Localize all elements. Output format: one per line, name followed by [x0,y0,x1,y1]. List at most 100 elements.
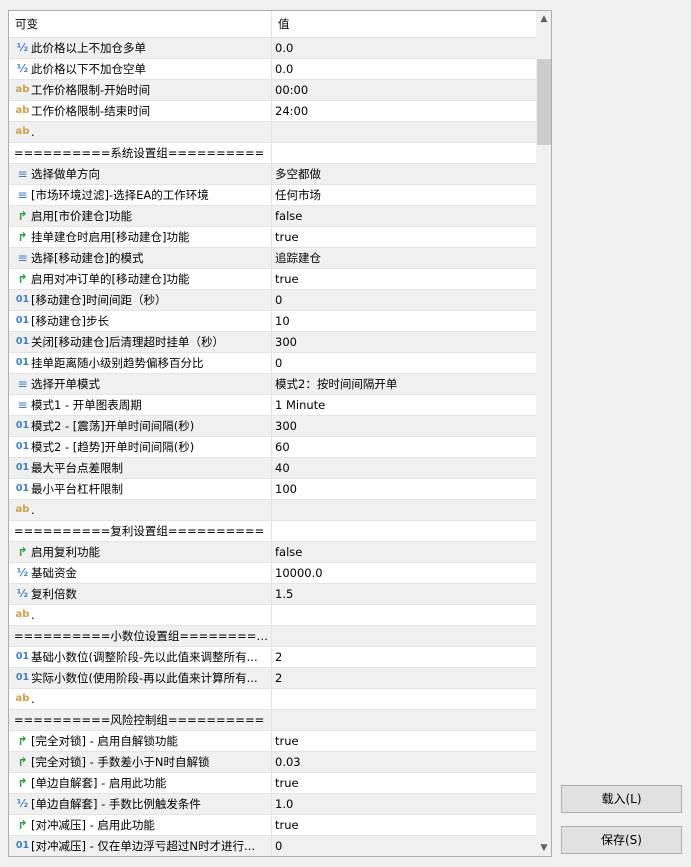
parameter-name-cell[interactable]: ==========系统设置组========== [9,143,272,163]
table-row[interactable]: 01 最大平台点差限制 40 [9,458,536,479]
parameter-value-cell[interactable]: 300 [272,332,536,352]
parameter-name-cell[interactable]: ab. [9,122,272,142]
parameter-name-cell[interactable]: ↱ [完全对锁] - 手数差小于N时自解锁 [9,752,272,772]
parameter-name-cell[interactable]: ≡ 选择[移动建仓]的模式 [9,248,272,268]
table-row[interactable]: 01 实际小数位(使用阶段-再以此值来计算所有... 2 [9,668,536,689]
parameter-name-cell[interactable]: ↱ 挂单建仓时启用[移动建仓]功能 [9,227,272,247]
table-row[interactable]: 01 模式2 - [趋势]开单时间间隔(秒) 60 [9,437,536,458]
parameter-value-cell[interactable]: 多空都做 [272,164,536,184]
column-header-value[interactable]: 值 [272,11,536,37]
table-row[interactable]: ==========风险控制组========== [9,710,536,731]
parameter-name-cell[interactable]: ↱ 启用[市价建仓]功能 [9,206,272,226]
parameter-value-cell[interactable] [272,521,536,541]
parameter-name-cell[interactable]: ↱ [完全对锁] - 启用自解锁功能 [9,731,272,751]
parameter-value-cell[interactable]: true [272,731,536,751]
table-row[interactable]: ab 工作价格限制-开始时间 00:00 [9,80,536,101]
table-row[interactable]: ab. [9,605,536,626]
parameter-name-cell[interactable]: ab. [9,689,272,709]
parameter-value-cell[interactable]: 100 [272,479,536,499]
table-row[interactable]: ↱ 挂单建仓时启用[移动建仓]功能 true [9,227,536,248]
parameter-name-cell[interactable]: ab. [9,500,272,520]
parameter-value-cell[interactable] [272,143,536,163]
parameter-value-cell[interactable]: 模式2：按时间间隔开单 [272,374,536,394]
parameter-value-cell[interactable] [272,626,536,646]
table-row[interactable]: ½ 此价格以下不加仓空单 0.0 [9,59,536,80]
parameter-value-cell[interactable]: true [272,815,536,835]
load-button[interactable]: 载入(L) [561,785,682,813]
save-button[interactable]: 保存(S) [561,826,682,854]
parameter-value-cell[interactable]: 任何市场 [272,185,536,205]
parameter-name-cell[interactable]: 01 基础小数位(调整阶段-先以此值来调整所有... [9,647,272,667]
parameter-value-cell[interactable] [272,500,536,520]
parameter-name-cell[interactable]: ab 工作价格限制-开始时间 [9,80,272,100]
parameter-name-cell[interactable]: 01 最小平台杠杆限制 [9,479,272,499]
table-row[interactable]: ↱ [完全对锁] - 手数差小于N时自解锁 0.03 [9,752,536,773]
parameter-name-cell[interactable]: ½ [单边自解套] - 手数比例触发条件 [9,794,272,814]
table-row[interactable]: ≡ 模式1 - 开单图表周期 1 Minute [9,395,536,416]
table-row[interactable]: ab 工作价格限制-结束时间 24:00 [9,101,536,122]
parameter-name-cell[interactable]: 01 关闭[移动建仓]后清理超时挂单（秒） [9,332,272,352]
parameter-value-cell[interactable]: 24:00 [272,101,536,121]
parameter-name-cell[interactable]: ==========风险控制组========== [9,710,272,730]
parameter-value-cell[interactable]: 1.5 [272,584,536,604]
table-row[interactable]: ↱ 启用复利功能 false [9,542,536,563]
parameter-name-cell[interactable]: ½ 此价格以下不加仓空单 [9,59,272,79]
parameter-name-cell[interactable]: ab 工作价格限制-结束时间 [9,101,272,121]
scroll-thumb[interactable] [537,59,551,145]
parameter-value-cell[interactable]: 1.0 [272,794,536,814]
parameter-name-cell[interactable]: 01 [对冲减压] - 仅在单边浮亏超过N时才进行... [9,836,272,856]
table-row[interactable]: 01 [移动建仓]时间间距（秒） 0 [9,290,536,311]
parameter-value-cell[interactable]: 追踪建仓 [272,248,536,268]
parameter-name-cell[interactable]: ½ 基础资金 [9,563,272,583]
table-row[interactable]: 01 模式2 - [震荡]开单时间间隔(秒) 300 [9,416,536,437]
table-row[interactable]: ≡ 选择开单模式 模式2：按时间间隔开单 [9,374,536,395]
parameter-value-cell[interactable] [272,689,536,709]
parameter-value-cell[interactable]: 00:00 [272,80,536,100]
parameter-name-cell[interactable]: ↱ 启用对冲订单的[移动建仓]功能 [9,269,272,289]
table-row[interactable]: ab. [9,689,536,710]
table-row[interactable]: ab. [9,500,536,521]
table-row[interactable]: ½ 复利倍数 1.5 [9,584,536,605]
parameter-name-cell[interactable]: 01 模式2 - [震荡]开单时间间隔(秒) [9,416,272,436]
table-row[interactable]: ↱ 启用对冲订单的[移动建仓]功能 true [9,269,536,290]
table-row[interactable]: 01 关闭[移动建仓]后清理超时挂单（秒） 300 [9,332,536,353]
parameter-name-cell[interactable]: ½ 此价格以上不加仓多单 [9,38,272,58]
table-row[interactable]: ==========系统设置组========== [9,143,536,164]
parameter-value-cell[interactable]: 0.0 [272,38,536,58]
table-row[interactable]: ½ 此价格以上不加仓多单 0.0 [9,38,536,59]
table-row[interactable]: ↱ [单边自解套] - 启用此功能 true [9,773,536,794]
parameter-value-cell[interactable]: 10 [272,311,536,331]
parameter-value-cell[interactable]: 2 [272,647,536,667]
parameter-name-cell[interactable]: 01 [移动建仓]时间间距（秒） [9,290,272,310]
table-row[interactable]: ==========复利设置组========== [9,521,536,542]
parameter-name-cell[interactable]: 01 挂单距离随小级别趋势偏移百分比 [9,353,272,373]
parameter-name-cell[interactable]: 01 最大平台点差限制 [9,458,272,478]
parameter-name-cell[interactable]: 01 实际小数位(使用阶段-再以此值来计算所有... [9,668,272,688]
table-row[interactable]: ≡ [市场环境过滤]-选择EA的工作环境 任何市场 [9,185,536,206]
parameter-name-cell[interactable]: 01 模式2 - [趋势]开单时间间隔(秒) [9,437,272,457]
parameter-value-cell[interactable]: 2 [272,668,536,688]
table-row[interactable]: ==========小数位设置组========== [9,626,536,647]
vertical-scrollbar[interactable]: ▲ ▼ [536,11,551,856]
table-row[interactable]: ½ [单边自解套] - 手数比例触发条件 1.0 [9,794,536,815]
parameter-value-cell[interactable]: 40 [272,458,536,478]
parameter-value-cell[interactable]: 0.0 [272,59,536,79]
table-row[interactable]: ≡ 选择做单方向 多空都做 [9,164,536,185]
parameter-value-cell[interactable]: 0.03 [272,752,536,772]
parameter-value-cell[interactable]: false [272,542,536,562]
table-row[interactable]: ↱ [对冲减压] - 启用此功能 true [9,815,536,836]
table-row[interactable]: 01 挂单距离随小级别趋势偏移百分比 0 [9,353,536,374]
table-row[interactable]: ↱ 启用[市价建仓]功能 false [9,206,536,227]
parameter-name-cell[interactable]: ==========复利设置组========== [9,521,272,541]
parameter-value-cell[interactable]: 60 [272,437,536,457]
table-row[interactable]: ↱ [完全对锁] - 启用自解锁功能 true [9,731,536,752]
parameter-value-cell[interactable]: 0 [272,353,536,373]
parameter-value-cell[interactable]: false [272,206,536,226]
parameter-name-cell[interactable]: ↱ 启用复利功能 [9,542,272,562]
parameter-value-cell[interactable]: true [272,773,536,793]
scroll-down-icon[interactable]: ▼ [536,840,551,856]
table-row[interactable]: ≡ 选择[移动建仓]的模式 追踪建仓 [9,248,536,269]
table-row[interactable]: 01 基础小数位(调整阶段-先以此值来调整所有... 2 [9,647,536,668]
parameter-name-cell[interactable]: ↱ [对冲减压] - 启用此功能 [9,815,272,835]
parameter-value-cell[interactable]: 0 [272,290,536,310]
